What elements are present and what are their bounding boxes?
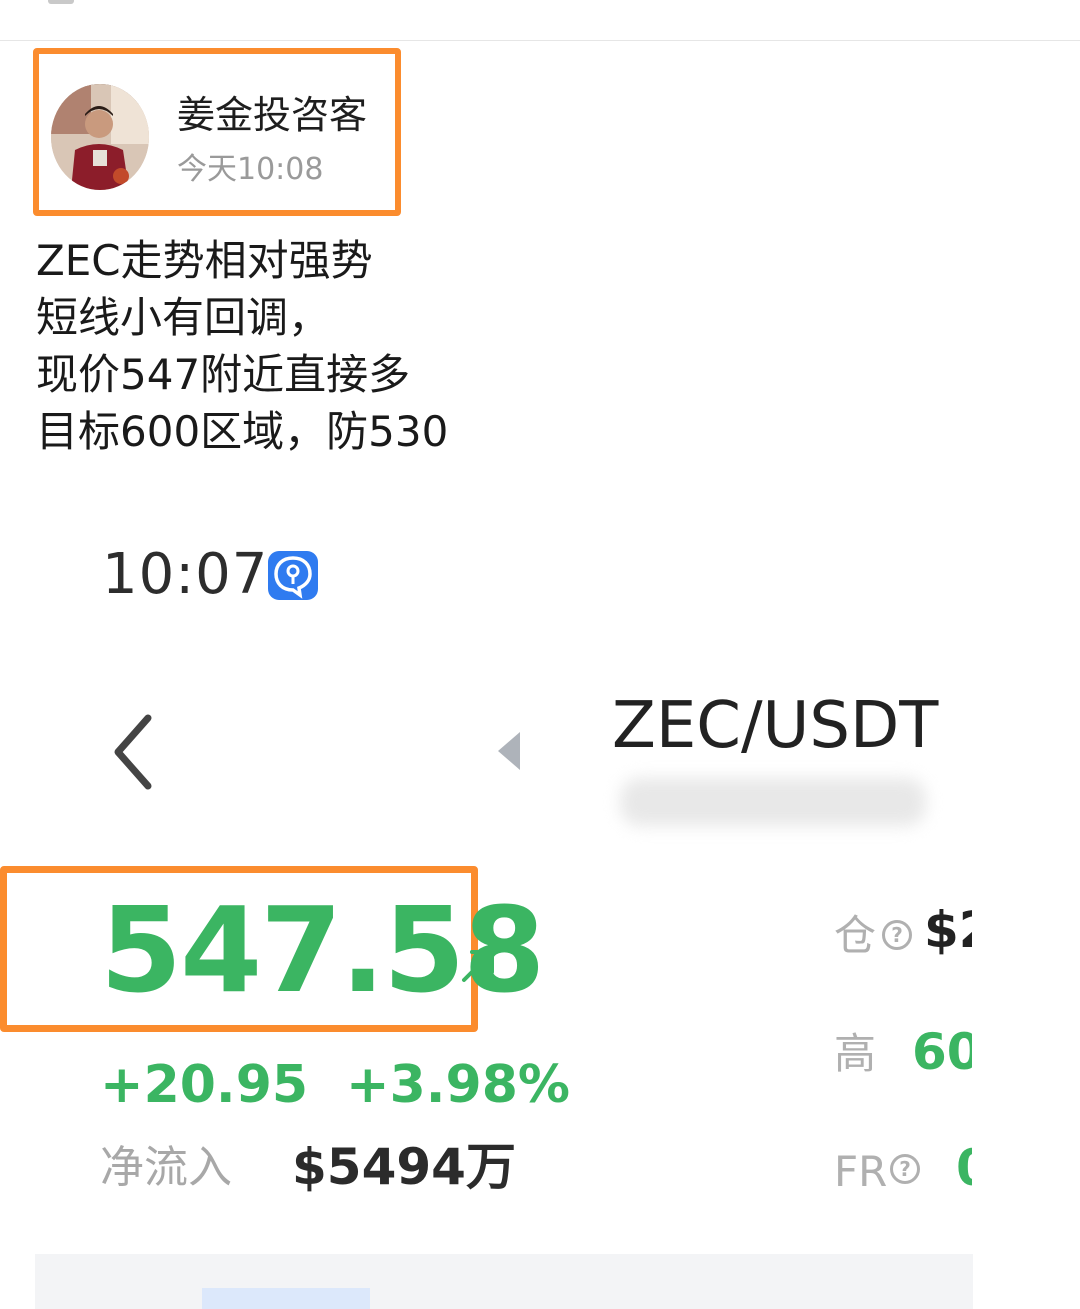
blurred-subtitle — [620, 778, 926, 826]
header-divider — [0, 40, 1080, 41]
market-stats-panel: 仓 ? $2 高 60 FR ? 0 — [820, 880, 972, 1220]
top-edge-handle — [48, 0, 74, 4]
high-price-label: 高 — [834, 1029, 877, 1078]
post-line: 目标600区域，防530 — [36, 407, 449, 456]
author-name[interactable]: 姜金投咨客 — [177, 92, 367, 138]
post-timestamp: 今天10:08 — [177, 152, 324, 187]
funding-rate-value: 0 — [956, 1138, 972, 1198]
post-line: 现价547附近直接多 — [36, 350, 411, 399]
active-tab-indicator[interactable] — [202, 1288, 370, 1309]
avatar[interactable] — [51, 84, 149, 190]
status-bar-time: 10:07 — [102, 542, 269, 607]
triangle-left-icon[interactable] — [496, 730, 522, 772]
arrow-up-right-icon — [458, 944, 500, 986]
trading-pair-title[interactable]: ZEC/USDT — [612, 688, 938, 764]
app-notification-icon — [268, 551, 318, 600]
author-card[interactable]: 姜金投咨客 今天10:08 — [33, 48, 401, 216]
open-interest-value: $2 — [924, 901, 972, 959]
post-content: ZEC走势相对强势 短线小有回调， 现价547附近直接多 目标600区域，防53… — [36, 232, 736, 460]
question-circle-icon[interactable]: ? — [890, 1154, 920, 1184]
question-circle-icon[interactable]: ? — [882, 920, 912, 950]
post-line: 短线小有回调， — [36, 293, 331, 342]
open-interest-label: 仓 — [834, 911, 877, 960]
price-change-amount: +20.95 — [100, 1055, 309, 1115]
bottom-tab-bar — [35, 1254, 973, 1309]
net-inflow-label: 净流入 — [100, 1142, 232, 1193]
funding-rate-label: FR — [834, 1147, 888, 1196]
chevron-left-icon[interactable] — [110, 712, 158, 792]
high-price-value: 60 — [912, 1023, 972, 1081]
post-line: ZEC走势相对强势 — [36, 236, 373, 285]
net-inflow-value: $5494万 — [292, 1138, 516, 1196]
price-change-percent: +3.98% — [346, 1055, 570, 1115]
